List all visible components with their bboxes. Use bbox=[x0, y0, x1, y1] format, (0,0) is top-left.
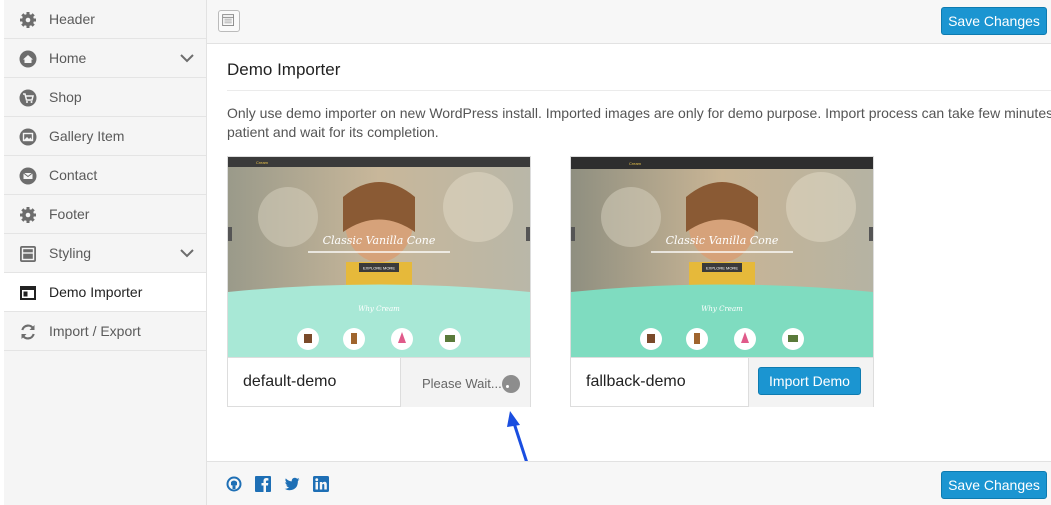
demo-card-fallback: Cream Classic Vanilla Cone EXPLORE MORE … bbox=[570, 156, 874, 407]
import-status-text: Please Wait... bbox=[422, 376, 502, 391]
svg-text:Cream: Cream bbox=[629, 161, 642, 166]
demo-name: fallback-demo bbox=[586, 373, 686, 390]
demo-thumbnail: Cream Classic Vanilla Cone EXPLORE MORE … bbox=[571, 157, 873, 357]
chevron-down-icon[interactable] bbox=[180, 52, 194, 64]
sidebar-item-label: Gallery Item bbox=[49, 128, 125, 144]
thumb-button-text: EXPLORE MORE bbox=[363, 266, 395, 271]
facebook-icon[interactable] bbox=[255, 476, 271, 492]
main-content: Demo Importer Only use demo importer on … bbox=[207, 44, 1051, 461]
save-changes-button[interactable]: Save Changes bbox=[941, 7, 1047, 35]
import-action: Import Demo bbox=[748, 358, 873, 407]
title-divider bbox=[227, 90, 1051, 91]
import-status: Please Wait... bbox=[400, 358, 530, 407]
svg-text:Cream: Cream bbox=[256, 160, 269, 165]
shop-icon bbox=[19, 89, 37, 107]
importer-description: Only use demo importer on new WordPress … bbox=[227, 104, 1051, 142]
refresh-icon bbox=[21, 324, 35, 340]
gallery-icon bbox=[19, 128, 37, 146]
demo-thumbnail: Cream Classic Vanilla Cone EXPLORE MORE … bbox=[228, 157, 530, 357]
thumb-headline: Classic Vanilla Cone bbox=[666, 234, 779, 247]
demo-footer: fallback-demo Import Demo bbox=[571, 357, 873, 407]
top-toolbar: Save Changes bbox=[207, 0, 1051, 44]
annotation-arrow-icon bbox=[507, 411, 529, 464]
loading-spinner-icon bbox=[502, 375, 520, 393]
demo-importer-icon bbox=[20, 286, 36, 300]
thumb-button-text: EXPLORE MORE bbox=[706, 266, 738, 271]
footer-bar: Save Changes bbox=[207, 461, 1051, 505]
sidebar-item-label: Contact bbox=[49, 167, 98, 183]
sidebar-item-header[interactable]: Header bbox=[4, 0, 206, 39]
thumb-section-title: Why Cream bbox=[358, 305, 400, 313]
chevron-down-icon[interactable] bbox=[180, 247, 194, 259]
linkedin-icon[interactable] bbox=[313, 476, 329, 492]
sidebar-item-label: Home bbox=[49, 50, 87, 66]
sidebar-item-styling[interactable]: Styling bbox=[4, 234, 206, 273]
sidebar-item-home[interactable]: Home bbox=[4, 39, 206, 78]
sidebar-item-import-export[interactable]: Import / Export bbox=[4, 312, 206, 351]
demo-card-default: Cream Classic Vanilla Cone EXPLORE MORE … bbox=[227, 156, 531, 407]
description-line-1: Only use demo importer on new WordPress … bbox=[227, 105, 1051, 121]
gear-icon bbox=[20, 207, 36, 223]
description-line-2: patient and wait for its completion. bbox=[227, 124, 439, 140]
sidebar: Header Home Shop Gallery Item Contact Fo… bbox=[4, 0, 207, 505]
sidebar-item-contact[interactable]: Contact bbox=[4, 156, 206, 195]
sidebar-item-label: Styling bbox=[49, 245, 92, 261]
save-changes-button-footer[interactable]: Save Changes bbox=[941, 471, 1047, 499]
demo-footer: default-demo Please Wait... bbox=[228, 357, 530, 407]
sidebar-item-label: Demo Importer bbox=[49, 284, 143, 300]
sidebar-item-footer[interactable]: Footer bbox=[4, 195, 206, 234]
sidebar-item-label: Header bbox=[49, 11, 95, 27]
github-icon[interactable] bbox=[226, 476, 242, 492]
twitter-icon[interactable] bbox=[284, 476, 300, 492]
gear-icon bbox=[20, 12, 36, 28]
sidebar-item-demo-importer[interactable]: Demo Importer bbox=[4, 273, 206, 312]
thumb-headline: Classic Vanilla Cone bbox=[323, 234, 436, 247]
sidebar-item-label: Shop bbox=[49, 89, 82, 105]
layout-toggle-icon[interactable] bbox=[218, 10, 240, 32]
styling-icon bbox=[20, 246, 36, 262]
sidebar-item-shop[interactable]: Shop bbox=[4, 78, 206, 117]
thumb-section-title: Why Cream bbox=[701, 305, 743, 313]
home-icon bbox=[19, 50, 37, 68]
contact-icon bbox=[19, 167, 37, 185]
page-title: Demo Importer bbox=[227, 60, 341, 79]
sidebar-item-label: Footer bbox=[49, 206, 90, 222]
demo-name: default-demo bbox=[243, 373, 337, 390]
sidebar-item-gallery-item[interactable]: Gallery Item bbox=[4, 117, 206, 156]
import-demo-button[interactable]: Import Demo bbox=[758, 367, 861, 395]
sidebar-item-label: Import / Export bbox=[49, 323, 141, 339]
page: Header Home Shop Gallery Item Contact Fo… bbox=[0, 0, 1051, 505]
